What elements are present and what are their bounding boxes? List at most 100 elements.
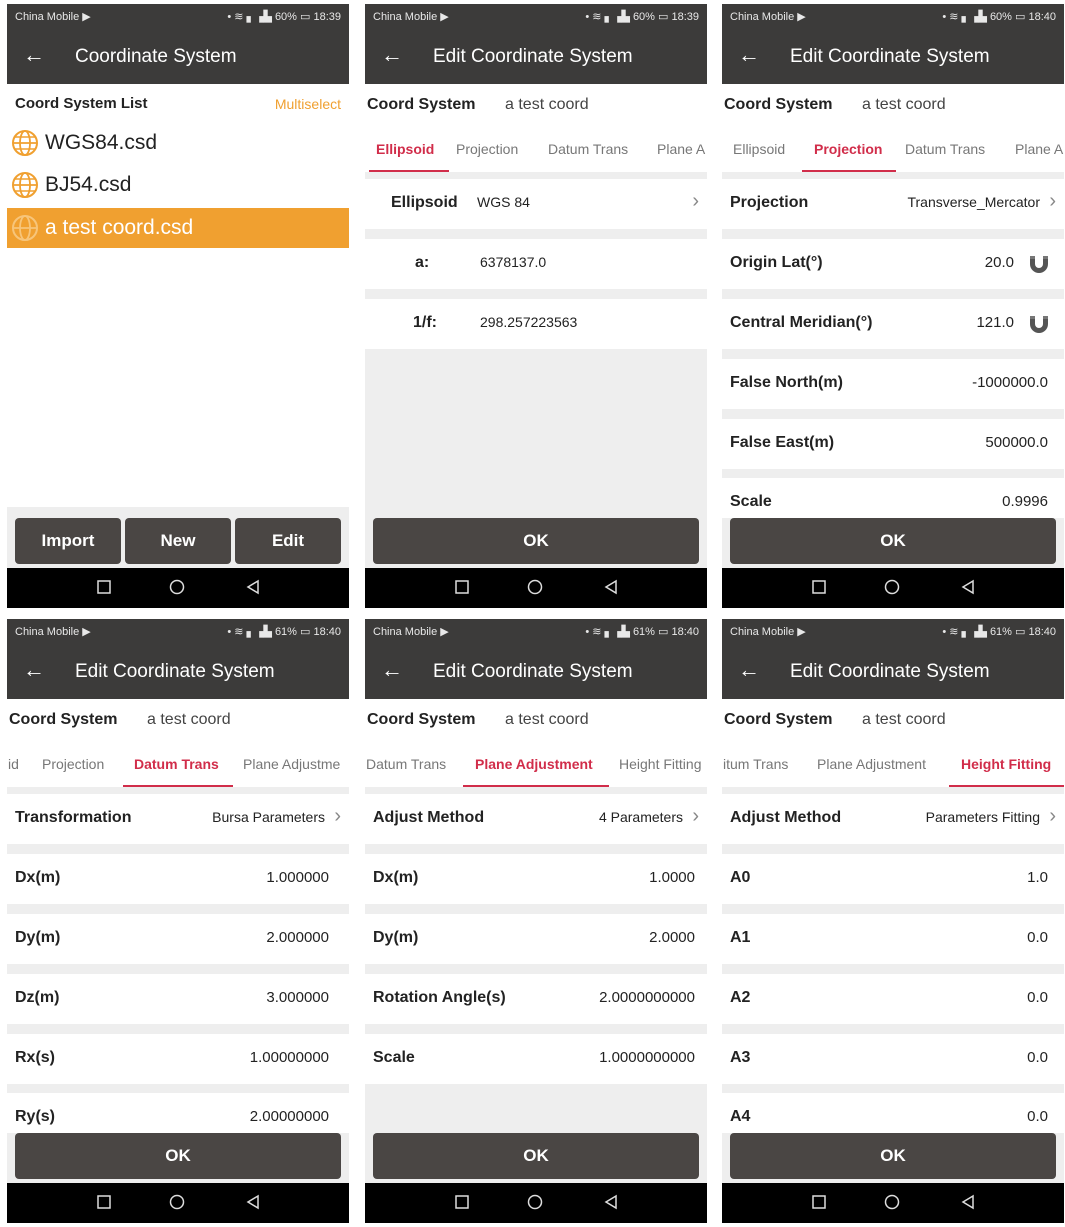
false-east-row[interactable]: False East(m) 500000.0 (722, 419, 1064, 469)
row-label: Scale (373, 1049, 415, 1066)
coord-system-value: a test coord (862, 96, 946, 113)
magnet-icon[interactable] (1028, 254, 1050, 274)
recent-apps-icon[interactable] (95, 578, 113, 596)
tab-datum-trans[interactable]: itum Trans (723, 756, 788, 772)
tab-bar: Ellipsoid Projection Datum Trans Plane A (722, 126, 1064, 172)
a2-row[interactable]: A2 0.0 (722, 974, 1064, 1024)
ok-button[interactable]: OK (730, 518, 1056, 564)
back-icon[interactable] (959, 578, 977, 596)
scale-row[interactable]: Scale 1.0000000000 (365, 1034, 707, 1084)
tab-datum-trans[interactable]: Datum Trans (905, 141, 985, 157)
a1-row[interactable]: A1 0.0 (722, 914, 1064, 964)
tab-plane-adjustment[interactable]: Plane Adjustment (817, 756, 926, 772)
ry-row[interactable]: Ry(s) 2.00000000 (7, 1093, 349, 1133)
tab-datum-trans[interactable]: Datum Trans (134, 756, 219, 772)
multiselect-button[interactable]: Multiselect (275, 96, 341, 112)
adjust-method-row[interactable]: Adjust Method Parameters Fitting › (722, 794, 1064, 844)
back-arrow-icon[interactable]: ← (23, 657, 45, 683)
row-label: Origin Lat(°) (730, 254, 823, 271)
recent-apps-icon[interactable] (95, 1193, 113, 1211)
ok-button[interactable]: OK (373, 1133, 699, 1179)
back-icon[interactable] (959, 1193, 977, 1211)
home-icon[interactable] (526, 1193, 544, 1211)
tab-height-fitting[interactable]: Height Fitting (619, 756, 701, 772)
row-value: 500000.0 (985, 434, 1048, 451)
coord-system-label: Coord System (9, 711, 118, 728)
back-icon[interactable] (602, 1193, 620, 1211)
tab-projection[interactable]: Projection (814, 141, 882, 157)
list-item-selected[interactable]: a test coord.csd (7, 208, 349, 248)
android-nav-bar (722, 1183, 1064, 1223)
tab-projection[interactable]: Projection (42, 756, 104, 772)
dx-row[interactable]: Dx(m) 1.000000 (7, 854, 349, 904)
row-label: A3 (730, 1049, 751, 1066)
ok-button[interactable]: OK (15, 1133, 341, 1179)
tab-ellipsoid[interactable]: Ellipsoid (376, 141, 434, 157)
rotation-angle-row[interactable]: Rotation Angle(s) 2.0000000000 (365, 974, 707, 1024)
rx-row[interactable]: Rx(s) 1.00000000 (7, 1034, 349, 1084)
central-meridian-row[interactable]: Central Meridian(°) 121.0 (722, 299, 1064, 349)
dz-row[interactable]: Dz(m) 3.000000 (7, 974, 349, 1024)
row-value: 2.0000 (649, 929, 695, 946)
recent-apps-icon[interactable] (810, 1193, 828, 1211)
adjust-method-row[interactable]: Adjust Method 4 Parameters › (365, 794, 707, 844)
new-button[interactable]: New (125, 518, 231, 564)
tab-datum-trans[interactable]: Datum Trans (366, 756, 446, 772)
home-icon[interactable] (883, 578, 901, 596)
back-arrow-icon[interactable]: ← (23, 42, 45, 68)
home-icon[interactable] (526, 578, 544, 596)
transformation-row[interactable]: Transformation Bursa Parameters › (7, 794, 349, 844)
ellipsoid-row[interactable]: Ellipsoid WGS 84 › (365, 179, 707, 229)
tab-plane-adjustment[interactable]: Plane Adjustment (475, 756, 593, 772)
tab-plane-adjustment[interactable]: Plane Adjustme (243, 756, 340, 772)
magnet-icon[interactable] (1028, 314, 1050, 334)
ok-button[interactable]: OK (373, 518, 699, 564)
globe-icon (12, 172, 38, 198)
dx-row[interactable]: Dx(m) 1.0000 (365, 854, 707, 904)
back-icon[interactable] (244, 1193, 262, 1211)
row-value: 4 Parameters (598, 809, 683, 825)
dy-row[interactable]: Dy(m) 2.000000 (7, 914, 349, 964)
coord-system-label: Coord System (724, 711, 833, 728)
home-icon[interactable] (883, 1193, 901, 1211)
screen-coordinate-system-list: China Mobile ▶ • ≋ ▖▗▙ 60% ▭ 18:39 ← Coo… (7, 4, 349, 608)
back-icon[interactable] (602, 578, 620, 596)
row-label: Dy(m) (15, 929, 61, 946)
recent-apps-icon[interactable] (453, 578, 471, 596)
a4-row[interactable]: A4 0.0 (722, 1093, 1064, 1133)
a0-row[interactable]: A0 1.0 (722, 854, 1064, 904)
screen-edit-ellipsoid: China Mobile ▶ • ≋ ▖▗▙ 60% ▭ 18:39 ← Edi… (365, 4, 707, 608)
status-bar: China Mobile ▶ • ≋ ▖▗▙ 60% ▭ 18:39 (7, 4, 349, 28)
back-icon[interactable] (244, 578, 262, 596)
tab-bar: Ellipsoid Projection Datum Trans Plane A (365, 126, 707, 172)
tab-ellipsoid[interactable]: Ellipsoid (733, 141, 785, 157)
row-value: 1.000000 (266, 869, 329, 886)
tab-plane-adjustment[interactable]: Plane A (657, 141, 705, 157)
list-item[interactable]: BJ54.csd (7, 165, 349, 205)
import-button[interactable]: Import (15, 518, 121, 564)
origin-lat-row[interactable]: Origin Lat(°) 20.0 (722, 239, 1064, 289)
scale-row[interactable]: Scale 0.9996 (722, 478, 1064, 518)
semi-major-axis-row[interactable]: a: 6378137.0 (365, 239, 707, 289)
list-item[interactable]: WGS84.csd (7, 123, 349, 163)
back-arrow-icon[interactable]: ← (381, 42, 403, 68)
back-arrow-icon[interactable]: ← (381, 657, 403, 683)
tab-datum-trans[interactable]: Datum Trans (548, 141, 628, 157)
projection-row[interactable]: Projection Transverse_Mercator › (722, 179, 1064, 229)
a3-row[interactable]: A3 0.0 (722, 1034, 1064, 1084)
dy-row[interactable]: Dy(m) 2.0000 (365, 914, 707, 964)
tab-projection[interactable]: Projection (456, 141, 518, 157)
recent-apps-icon[interactable] (453, 1193, 471, 1211)
tab-ellipsoid[interactable]: id (8, 756, 19, 772)
tab-plane-adjustment[interactable]: Plane A (1015, 141, 1063, 157)
flattening-row[interactable]: 1/f: 298.257223563 (365, 299, 707, 349)
home-icon[interactable] (168, 578, 186, 596)
back-arrow-icon[interactable]: ← (738, 657, 760, 683)
false-north-row[interactable]: False North(m) -1000000.0 (722, 359, 1064, 409)
back-arrow-icon[interactable]: ← (738, 42, 760, 68)
tab-height-fitting[interactable]: Height Fitting (961, 756, 1051, 772)
edit-button[interactable]: Edit (235, 518, 341, 564)
ok-button[interactable]: OK (730, 1133, 1056, 1179)
recent-apps-icon[interactable] (810, 578, 828, 596)
home-icon[interactable] (168, 1193, 186, 1211)
